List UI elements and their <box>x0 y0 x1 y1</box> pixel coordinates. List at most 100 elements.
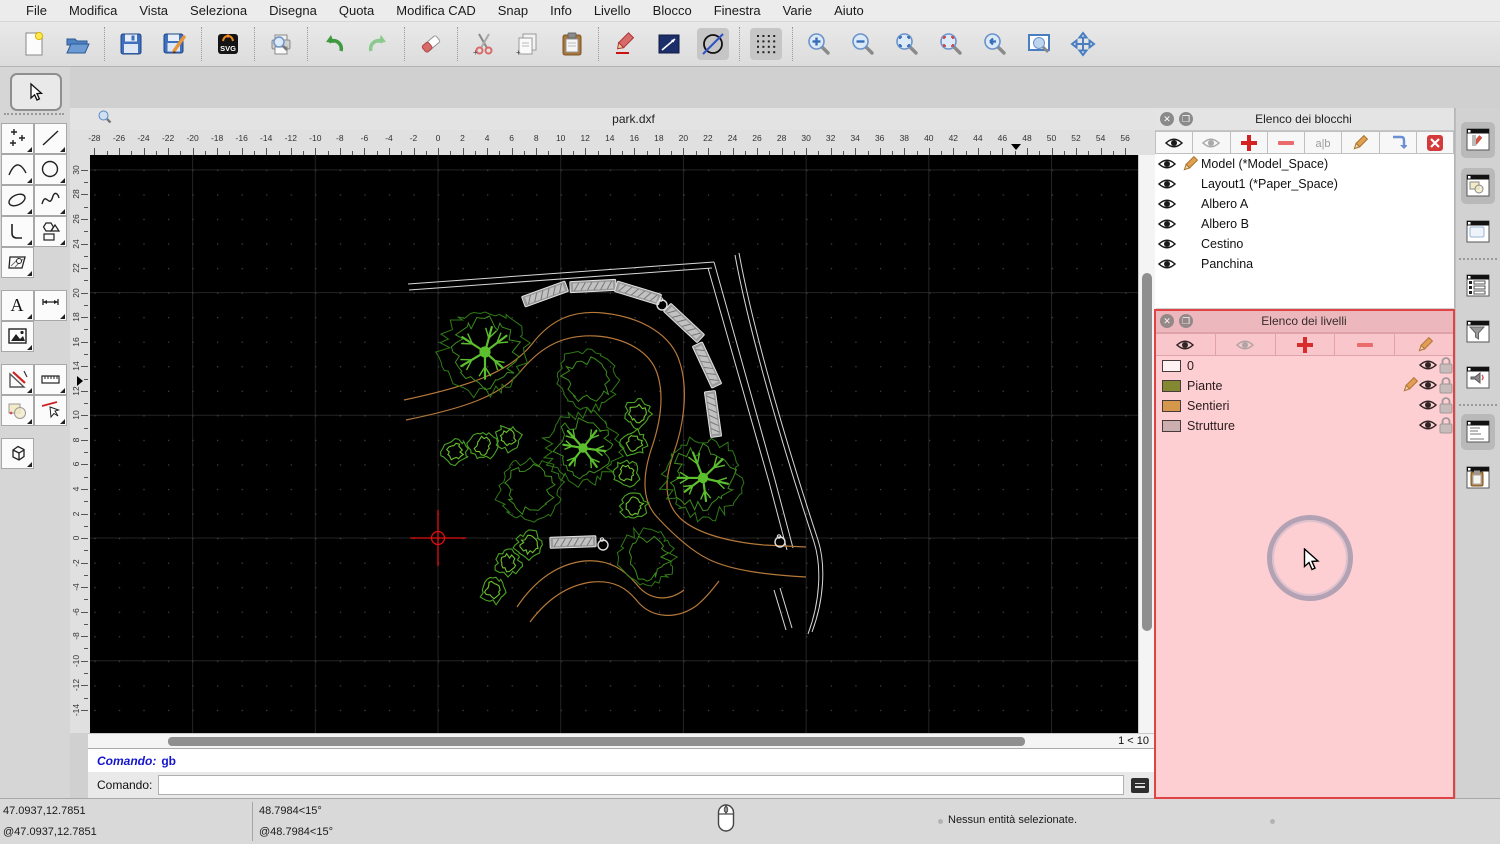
tool-points-button[interactable] <box>1 123 34 154</box>
blocks-pencil-icon[interactable] <box>1342 131 1380 154</box>
eye-icon[interactable] <box>1418 399 1438 414</box>
redo-icon[interactable] <box>362 28 394 60</box>
horizontal-scrollbar-thumb[interactable] <box>168 737 1025 746</box>
blocks-eye-icon[interactable] <box>1155 131 1194 154</box>
menu-quota[interactable]: Quota <box>328 3 385 18</box>
tool-arc-button[interactable] <box>1 154 34 185</box>
menu-modifica[interactable]: Modifica <box>58 3 128 18</box>
layer-row[interactable]: 0 <box>1155 356 1455 376</box>
lock-icon[interactable] <box>1437 416 1455 437</box>
layers-eye-gray-icon[interactable] <box>1215 333 1276 356</box>
vertical-scrollbar[interactable] <box>1138 155 1156 733</box>
menu-modifica-cad[interactable]: Modifica CAD <box>385 3 486 18</box>
float-panel-icon[interactable]: ❐ <box>1179 314 1193 328</box>
menu-snap[interactable]: Snap <box>487 3 539 18</box>
eye-icon[interactable] <box>1155 258 1179 270</box>
blocks-insert-arrow-icon[interactable] <box>1379 131 1417 154</box>
menu-livello[interactable]: Livello <box>583 3 642 18</box>
menu-finestra[interactable]: Finestra <box>703 3 772 18</box>
copy-icon[interactable]: + <box>512 28 544 60</box>
close-icon[interactable]: ✕ <box>1160 314 1174 328</box>
dock-block-list-icon[interactable] <box>1461 168 1495 204</box>
tool-line-button[interactable] <box>34 123 67 154</box>
block-row[interactable]: Albero A <box>1155 194 1454 214</box>
block-row[interactable]: Model (*Model_Space) <box>1155 154 1454 174</box>
zoom-window-icon[interactable] <box>1023 28 1055 60</box>
eye-icon[interactable] <box>1418 359 1438 374</box>
lock-icon[interactable] <box>1437 376 1455 397</box>
eye-icon[interactable] <box>1155 158 1179 170</box>
tool-polyline-button[interactable] <box>1 216 34 247</box>
tool-image-button[interactable] <box>1 321 34 352</box>
dock-library-browser-icon[interactable] <box>1461 214 1495 250</box>
tool-measure-button[interactable] <box>34 364 67 395</box>
menu-vista[interactable]: Vista <box>128 3 179 18</box>
save-icon[interactable] <box>115 28 147 60</box>
tool-ellipse-button[interactable] <box>1 185 34 216</box>
svg-export-icon[interactable]: SVG <box>212 28 244 60</box>
drawing-canvas[interactable] <box>90 155 1138 733</box>
line-box-icon[interactable] <box>653 28 685 60</box>
eye-icon[interactable] <box>1418 379 1438 394</box>
block-row[interactable]: Panchina <box>1155 254 1454 274</box>
no-circle-icon[interactable] <box>697 28 729 60</box>
save-as-icon[interactable] <box>159 28 191 60</box>
open-folder-icon[interactable] <box>62 28 94 60</box>
layers-pencil-icon[interactable] <box>1395 333 1455 356</box>
cut-icon[interactable]: + <box>468 28 500 60</box>
command-input[interactable] <box>158 775 1124 795</box>
pan-icon[interactable] <box>1067 28 1099 60</box>
lock-icon[interactable] <box>1437 396 1455 417</box>
block-row[interactable]: Cestino <box>1155 234 1454 254</box>
dock-command-line-icon[interactable] <box>1461 414 1495 450</box>
eye-icon[interactable] <box>1418 419 1438 434</box>
layers-eye-icon[interactable] <box>1155 333 1216 356</box>
new-file-icon[interactable] <box>18 28 50 60</box>
tool-dimension-button[interactable] <box>34 290 67 321</box>
layers-minus-icon[interactable] <box>1335 333 1396 356</box>
block-row[interactable]: Albero B <box>1155 214 1454 234</box>
blocks-delete-x-icon[interactable] <box>1416 131 1454 154</box>
paste-icon[interactable] <box>556 28 588 60</box>
print-preview-icon[interactable] <box>265 28 297 60</box>
dock-layer-list-icon[interactable] <box>1461 268 1495 304</box>
eye-icon[interactable] <box>1155 218 1179 230</box>
tool-modify-button[interactable] <box>1 364 34 395</box>
menu-blocco[interactable]: Blocco <box>642 3 703 18</box>
tool-cube-button[interactable] <box>1 438 34 469</box>
horizontal-scrollbar[interactable]: 1 < 10 <box>88 733 1155 748</box>
zoom-out-icon[interactable] <box>847 28 879 60</box>
layer-row[interactable]: Sentieri <box>1155 396 1455 416</box>
select-tool-button[interactable] <box>10 73 62 111</box>
blocks-rename-ab-icon[interactable]: a|b <box>1305 131 1343 154</box>
tool-spline-button[interactable] <box>34 185 67 216</box>
zoom-auto-icon[interactable] <box>891 28 923 60</box>
menu-aiuto[interactable]: Aiuto <box>823 3 875 18</box>
blocks-minus-icon[interactable] <box>1267 131 1305 154</box>
block-row[interactable]: Layout1 (*Paper_Space) <box>1155 174 1454 194</box>
zoom-selection-icon[interactable] <box>935 28 967 60</box>
command-options-button[interactable] <box>1131 777 1149 793</box>
menu-disegna[interactable]: Disegna <box>258 3 328 18</box>
tool-polygon-button[interactable] <box>34 216 67 247</box>
layers-plus-icon[interactable] <box>1275 333 1336 356</box>
dock-property-editor-icon[interactable] <box>1461 122 1495 158</box>
menu-info[interactable]: Info <box>539 3 583 18</box>
eye-icon[interactable] <box>1155 198 1179 210</box>
tool-explode-button[interactable] <box>34 395 67 426</box>
eye-icon[interactable] <box>1155 178 1179 190</box>
eye-icon[interactable] <box>1155 238 1179 250</box>
grid-icon[interactable] <box>750 28 782 60</box>
lock-icon[interactable] <box>1437 356 1455 377</box>
tool-circle-button[interactable] <box>34 154 67 185</box>
tool-block-button[interactable] <box>1 395 34 426</box>
menu-file[interactable]: File <box>15 3 58 18</box>
tool-hatch-button[interactable] <box>1 247 34 278</box>
undo-icon[interactable] <box>318 28 350 60</box>
blocks-eye-gray-icon[interactable] <box>1193 131 1231 154</box>
close-icon[interactable]: ✕ <box>1160 112 1174 126</box>
menu-seleziona[interactable]: Seleziona <box>179 3 258 18</box>
blocks-plus-icon[interactable] <box>1230 131 1268 154</box>
dock-notification-icon[interactable] <box>1461 360 1495 396</box>
menu-varie[interactable]: Varie <box>772 3 823 18</box>
